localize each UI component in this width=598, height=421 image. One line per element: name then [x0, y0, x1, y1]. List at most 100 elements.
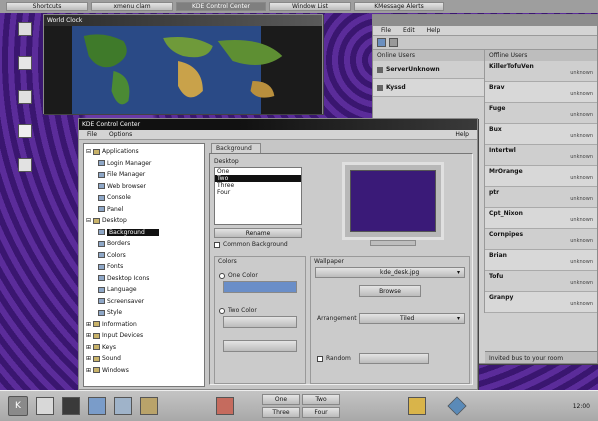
desktop-folder-icon[interactable]	[18, 56, 32, 70]
wallpaper-combo[interactable]: kde_desk.jpg ▾	[315, 267, 465, 278]
user-status: unknown	[570, 238, 593, 244]
desktop-trash-icon[interactable]	[18, 22, 32, 36]
tree-item[interactable]: ⊞ Windows	[86, 365, 202, 377]
kde-menu-icon[interactable]: K	[8, 396, 28, 416]
tree-item[interactable]: ⊞ Input Devices	[86, 330, 202, 342]
user-row[interactable]: Fuge unknown	[485, 103, 597, 124]
world-clock-titlebar[interactable]: World Clock	[44, 15, 322, 26]
tree-item[interactable]: Language	[86, 284, 202, 296]
random-setup-button[interactable]	[359, 353, 429, 364]
tree-item[interactable]: Console	[86, 192, 202, 204]
desktop-list-item[interactable]: Two	[215, 175, 301, 182]
folder-icon	[93, 332, 101, 339]
tree-item[interactable]: Login Manager	[86, 158, 202, 170]
browse-button[interactable]: Browse	[359, 285, 421, 297]
expander-icon[interactable]: ⊞	[86, 332, 91, 339]
control-center-titlebar[interactable]: KDE Control Center	[79, 119, 477, 130]
rename-button[interactable]: Rename	[214, 228, 302, 238]
tree-item[interactable]: ⊞ Keys	[86, 342, 202, 354]
user-row[interactable]: MrOrange unknown	[485, 166, 597, 187]
common-background-checkbox[interactable]: Common Background	[214, 241, 288, 248]
expander-icon[interactable]: ⊞	[86, 367, 91, 374]
desk-button-four[interactable]: Four	[302, 407, 340, 418]
random-checkbox[interactable]: Random	[317, 355, 351, 362]
desktop-home-icon[interactable]	[18, 158, 32, 172]
tree-item[interactable]: ⊞ Sound	[86, 353, 202, 365]
settings-icon[interactable]	[216, 397, 234, 415]
expander-icon[interactable]: ⊞	[86, 344, 91, 351]
users-menu-edit[interactable]: Edit	[403, 27, 415, 34]
tree-item[interactable]: ⊟ Desktop	[86, 215, 202, 227]
logout-icon[interactable]	[408, 397, 426, 415]
top-tab[interactable]: xmenu clam	[91, 2, 173, 11]
tree-label: Input Devices	[102, 332, 144, 340]
user-row[interactable]: Bux unknown	[485, 124, 597, 145]
expander-icon[interactable]: ⊞	[86, 321, 91, 328]
users-titlebar[interactable]	[373, 15, 597, 26]
user-row[interactable]: ptr unknown	[485, 187, 597, 208]
users-menu-help[interactable]: Help	[427, 27, 441, 34]
user-row[interactable]: Granpy unknown	[485, 292, 597, 313]
users-menu-file[interactable]: File	[381, 27, 391, 34]
two-color-radio[interactable]: Two Color	[219, 307, 301, 314]
tree-item[interactable]: Desktop Icons	[86, 273, 202, 285]
expander-icon[interactable]: ⊟	[86, 217, 91, 224]
editor-icon[interactable]	[140, 397, 158, 415]
tree-item[interactable]: Fonts	[86, 261, 202, 273]
connect-icon[interactable]	[377, 38, 386, 47]
tree-item[interactable]: ⊟ Applications	[86, 146, 202, 158]
user-row[interactable]: Brav unknown	[485, 82, 597, 103]
tree-label: Language	[107, 286, 137, 294]
one-color-radio[interactable]: One Color	[219, 272, 301, 279]
desktop-printer-icon[interactable]	[18, 90, 32, 104]
home-icon[interactable]	[36, 397, 54, 415]
desktop-list-item[interactable]: Three	[215, 182, 301, 189]
one-color-button[interactable]	[223, 281, 297, 293]
two-color-button-2[interactable]	[223, 340, 297, 352]
control-center-icon[interactable]	[114, 397, 132, 415]
desk-button-three[interactable]: Three	[262, 407, 300, 418]
tree-item[interactable]: Background	[86, 227, 202, 239]
tab-background[interactable]: Background	[211, 143, 261, 153]
arrangement-combo[interactable]: Tiled ▾	[359, 313, 465, 324]
two-color-button-1[interactable]	[223, 316, 297, 328]
tree-item[interactable]: Screensaver	[86, 296, 202, 308]
user-row[interactable]: Kyssd	[373, 79, 484, 97]
desktop-list-item[interactable]: One	[215, 168, 301, 175]
menu-options[interactable]: Options	[109, 131, 132, 138]
desk-button-two[interactable]: Two	[302, 394, 340, 405]
tree-item[interactable]: Web browser	[86, 181, 202, 193]
top-tab[interactable]: Shortcuts	[6, 2, 88, 11]
user-row[interactable]: ServerUnknown	[373, 61, 484, 79]
user-row[interactable]: Cornpipes unknown	[485, 229, 597, 250]
user-row[interactable]: Tofu unknown	[485, 271, 597, 292]
desk-button-one[interactable]: One	[262, 394, 300, 405]
tree-item[interactable]: File Manager	[86, 169, 202, 181]
desktop-document-icon[interactable]	[18, 124, 32, 138]
menu-help[interactable]: Help	[455, 131, 469, 138]
refresh-icon[interactable]	[389, 38, 398, 47]
browser-icon[interactable]	[88, 397, 106, 415]
world-clock-window: World Clock	[43, 14, 323, 114]
menu-file[interactable]: File	[87, 131, 97, 138]
expander-icon[interactable]: ⊟	[86, 148, 91, 155]
tree-item[interactable]: Colors	[86, 250, 202, 262]
wallpaper-group: Wallpaper kde_desk.jpg ▾ Browse Arrangem…	[310, 256, 470, 384]
user-row[interactable]: Brian unknown	[485, 250, 597, 271]
top-tab[interactable]: Window List	[269, 2, 351, 11]
user-row[interactable]: KillerTofuVen unknown	[485, 61, 597, 82]
user-row[interactable]: Intertwl unknown	[485, 145, 597, 166]
tree-item[interactable]: Panel	[86, 204, 202, 216]
expander-icon[interactable]: ⊞	[86, 355, 91, 362]
tree-item[interactable]: Borders	[86, 238, 202, 250]
desktop-listbox[interactable]: One Two Three Four	[214, 167, 302, 225]
tree-item[interactable]: Style	[86, 307, 202, 319]
top-tab[interactable]: KMessage Alerts	[354, 2, 444, 11]
user-row[interactable]: Cpt_Nixon unknown	[485, 208, 597, 229]
module-tree[interactable]: ⊟ Applications Login Manager File Manager We…	[83, 143, 205, 387]
desktop-list-item[interactable]: Four	[215, 189, 301, 196]
top-tab[interactable]: KDE Control Center	[176, 2, 266, 11]
tree-item[interactable]: ⊞ Information	[86, 319, 202, 331]
network-icon[interactable]	[447, 396, 467, 416]
terminal-icon[interactable]	[62, 397, 80, 415]
